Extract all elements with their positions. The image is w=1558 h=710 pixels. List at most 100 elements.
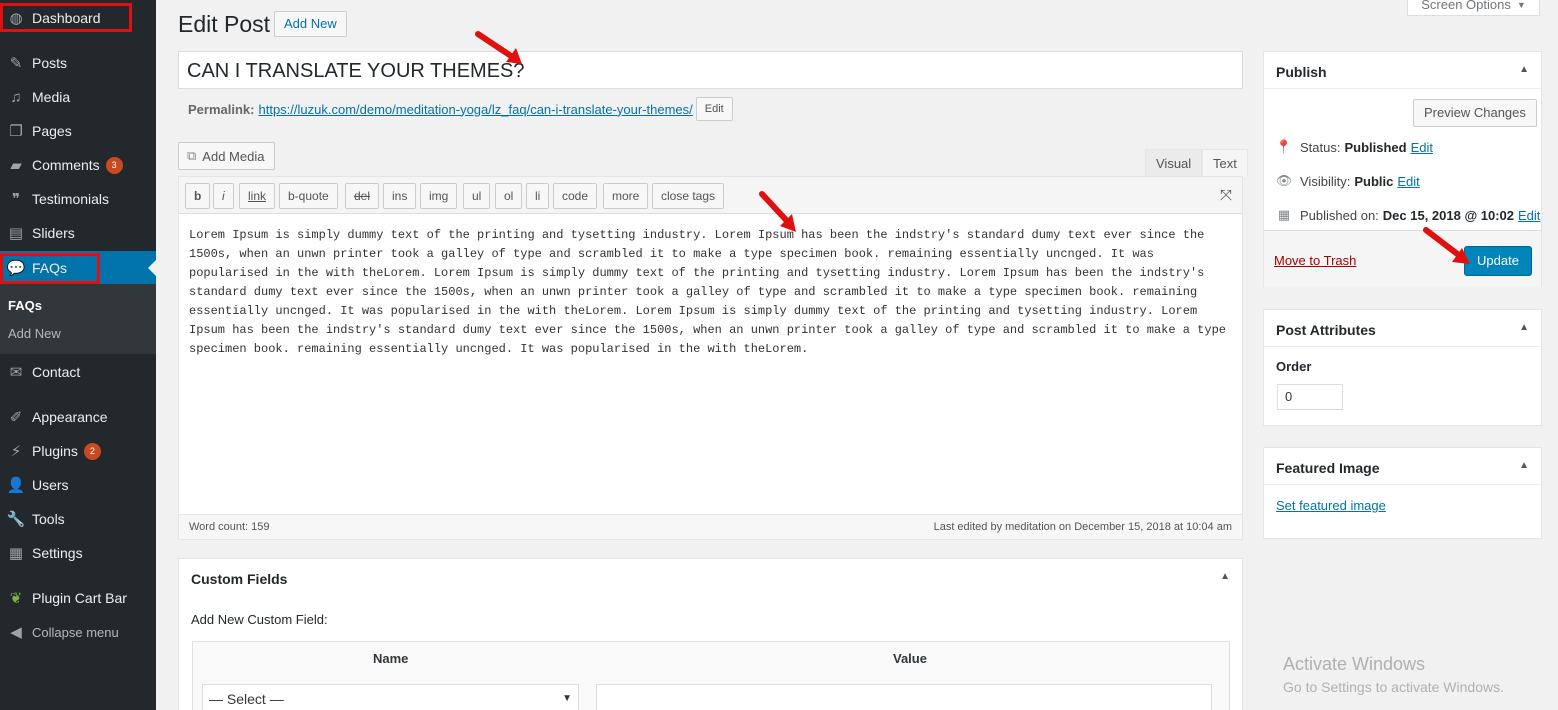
publish-title: Publish (1276, 64, 1327, 80)
menu-label: Pages (32, 123, 72, 139)
publish-box: Publish ▲ Preview Changes 📍 Status: Publ… (1263, 51, 1542, 287)
move-to-trash-link[interactable]: Move to Trash (1274, 253, 1356, 268)
eye-icon: 👁 (1275, 173, 1293, 188)
pages-icon: ❐ (9, 123, 23, 140)
set-featured-image-link[interactable]: Set featured image (1276, 498, 1386, 513)
published-edit-link[interactable]: Edit (1518, 208, 1540, 223)
order-input[interactable]: 0 (1277, 384, 1343, 410)
menu-settings[interactable]: ▦ Settings (0, 536, 156, 570)
qt-ins-button[interactable]: ins (383, 183, 417, 209)
menu-sliders[interactable]: ▤ Sliders (0, 216, 156, 250)
collapse-menu[interactable]: ◀ Collapse menu (0, 615, 156, 649)
submenu-faqs[interactable]: FAQs (8, 298, 42, 313)
preview-changes-button[interactable]: Preview Changes (1413, 99, 1537, 127)
qt-code-button[interactable]: code (553, 183, 598, 209)
publish-actions: Move to Trash Update (1264, 230, 1541, 287)
qt-li-button[interactable]: li (526, 183, 550, 209)
status-value: Published (1344, 139, 1407, 155)
visibility-row: 👁 Visibility: Public Edit (1274, 173, 1420, 189)
qt-bquote-button[interactable]: b-quote (279, 183, 338, 209)
menu-plugins[interactable]: ⚡ Plugins 2 (0, 434, 156, 468)
menu-contact[interactable]: ✉ Contact (0, 355, 156, 389)
activate-windows-title: Activate Windows (1283, 654, 1426, 674)
featured-image-header[interactable]: Featured Image ▲ (1264, 448, 1541, 485)
menu-label: Plugins (32, 443, 78, 459)
add-custom-field-label: Add New Custom Field: (191, 612, 328, 627)
plugins-count-badge: 2 (83, 442, 101, 460)
faqs-submenu: FAQs Add New (0, 284, 156, 354)
permalink-row: Permalink: https://luzuk.com/demo/medita… (188, 97, 733, 121)
user-icon: 👤 (6, 477, 26, 494)
column-value-header: Value (893, 651, 927, 666)
qt-bold-button[interactable]: b (185, 183, 211, 209)
publish-header[interactable]: Publish ▲ (1264, 52, 1541, 89)
post-title-input[interactable]: CAN I TRANSLATE YOUR THEMES? (178, 51, 1243, 89)
visibility-value: Public (1354, 173, 1394, 189)
menu-tools[interactable]: 🔧 Tools (0, 502, 156, 536)
tab-visual[interactable]: Visual (1145, 149, 1203, 177)
custom-field-table: Name Value — Select — ▼ (192, 641, 1230, 710)
permalink-edit-button[interactable]: Edit (695, 97, 733, 121)
admin-sidebar: ◍ Dashboard ✎ Posts ♫ Media ❐ Pages ▰ Co… (0, 0, 156, 710)
calendar-icon: ▦ (1277, 207, 1291, 222)
menu-label: Sliders (32, 225, 75, 241)
toggle-arrow-icon[interactable]: ▲ (1519, 64, 1529, 75)
add-new-button[interactable]: Add New (274, 11, 347, 37)
annotation-arrow-title (475, 31, 522, 64)
toggle-arrow-icon[interactable]: ▲ (1220, 571, 1230, 582)
annotation-arrow-content (759, 191, 796, 232)
media-icon: ⧉ (187, 148, 197, 163)
menu-label: Testimonials (32, 191, 110, 207)
status-row: 📍 Status: Published Edit (1274, 139, 1433, 155)
qt-more-button[interactable]: more (603, 183, 649, 209)
fullscreen-icon[interactable]: ⤧ (1220, 187, 1232, 204)
toggle-arrow-icon[interactable]: ▲ (1519, 460, 1529, 471)
qt-ol-button[interactable]: ol (495, 183, 523, 209)
quicktags-toolbar: b i link b-quote del ins img ul ol li co… (179, 177, 1242, 214)
select-value: — Select — (209, 691, 284, 707)
activate-windows-subtitle: Go to Settings to activate Windows. (1283, 679, 1504, 695)
add-media-button[interactable]: ⧉ Add Media (178, 142, 276, 170)
qt-ul-button[interactable]: ul (463, 183, 491, 209)
submenu-add-new[interactable]: Add New (8, 326, 61, 341)
menu-posts[interactable]: ✎ Posts (0, 46, 156, 80)
qt-img-button[interactable]: img (420, 183, 458, 209)
menu-comments[interactable]: ▰ Comments 3 (0, 148, 156, 182)
permalink-link[interactable]: https://luzuk.com/demo/meditation-yoga/l… (258, 102, 692, 117)
custom-field-value-input[interactable] (596, 684, 1212, 710)
post-attributes-header[interactable]: Post Attributes ▲ (1264, 310, 1541, 347)
editor-status-bar: Word count: 159 Last edited by meditatio… (179, 514, 1242, 539)
editor-textarea[interactable]: Lorem Ipsum is simply dummy text of the … (189, 226, 1229, 359)
collapse-icon: ◀ (10, 624, 22, 641)
custom-field-name-select[interactable]: — Select — ▼ (202, 684, 579, 710)
visibility-edit-link[interactable]: Edit (1397, 174, 1419, 189)
menu-pages[interactable]: ❐ Pages (0, 114, 156, 148)
menu-plugin-cart-bar[interactable]: ❦ Plugin Cart Bar (0, 581, 156, 615)
settings-icon: ▦ (8, 545, 24, 562)
testimonials-icon: ❞ (11, 191, 21, 208)
screen-options-button[interactable]: Screen Options ▼ (1407, 0, 1540, 16)
qt-italic-button[interactable]: i (213, 183, 234, 209)
menu-appearance[interactable]: ✐ Appearance (0, 400, 156, 434)
qt-close-tags-button[interactable]: close tags (652, 183, 725, 209)
status-edit-link[interactable]: Edit (1411, 140, 1433, 155)
leaf-icon: ❦ (9, 590, 23, 607)
permalink-end: / (689, 101, 693, 117)
menu-media[interactable]: ♫ Media (0, 80, 156, 114)
text-editor: b i link b-quote del ins img ul ol li co… (178, 176, 1243, 540)
page-title: Edit Post (178, 11, 271, 37)
toggle-arrow-icon[interactable]: ▲ (1519, 322, 1529, 333)
menu-users[interactable]: 👤 Users (0, 468, 156, 502)
qt-link-button[interactable]: link (239, 183, 276, 209)
qt-del-button[interactable]: del (345, 183, 380, 209)
tab-text[interactable]: Text (1202, 149, 1248, 177)
annotation-arrow-update (1423, 227, 1470, 264)
published-value: Dec 15, 2018 @ 10:02 (1382, 207, 1514, 223)
menu-label: Posts (32, 55, 68, 71)
last-edited: Last edited by meditation on December 15… (933, 521, 1232, 533)
custom-fields-title: Custom Fields (191, 571, 288, 587)
annotation-box-dashboard (0, 3, 132, 32)
menu-testimonials[interactable]: ❞ Testimonials (0, 182, 156, 216)
media-icon: ♫ (10, 88, 22, 106)
permalink-label: Permalink: (188, 101, 255, 117)
